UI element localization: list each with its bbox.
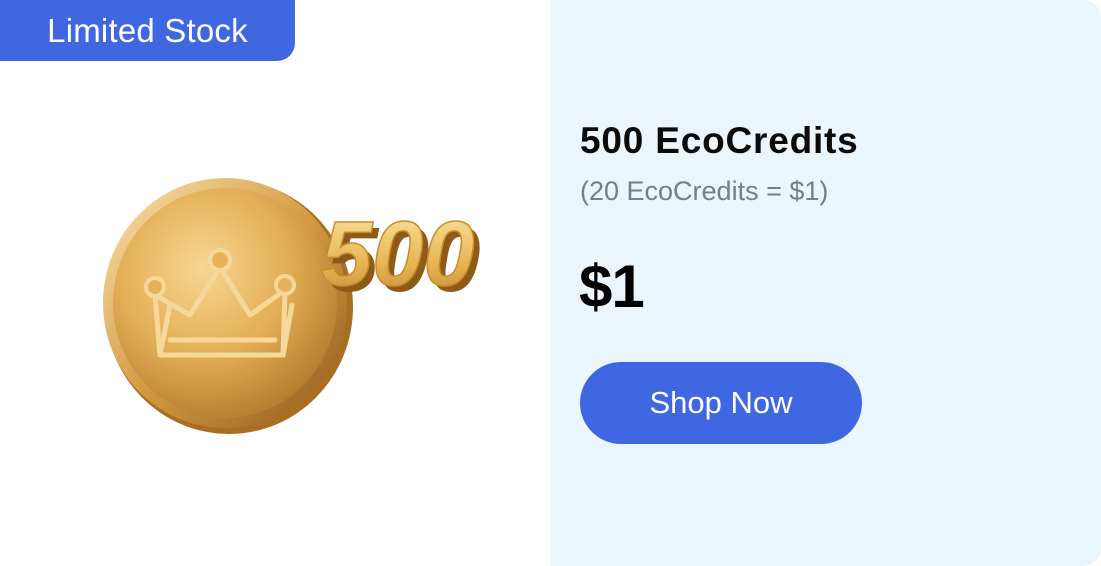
exchange-rate-text: (20 EcoCredits = $1) xyxy=(580,176,829,206)
gold-coin-image: 500 500 xyxy=(103,178,481,434)
price-value: $1 xyxy=(579,253,645,320)
500-amount-graphic: 500 500 xyxy=(320,202,480,311)
limited-stock-badge: Limited Stock xyxy=(0,0,295,61)
shop-now-button[interactable]: Shop Now xyxy=(580,362,862,444)
coin-amount-text: 500 xyxy=(321,203,475,305)
offer-card: 500 500 Limited Stock 500 EcoCredits (20… xyxy=(0,0,1101,566)
offer-title: 500 EcoCredits xyxy=(580,120,859,161)
product-image-panel: 500 500 xyxy=(0,0,550,566)
